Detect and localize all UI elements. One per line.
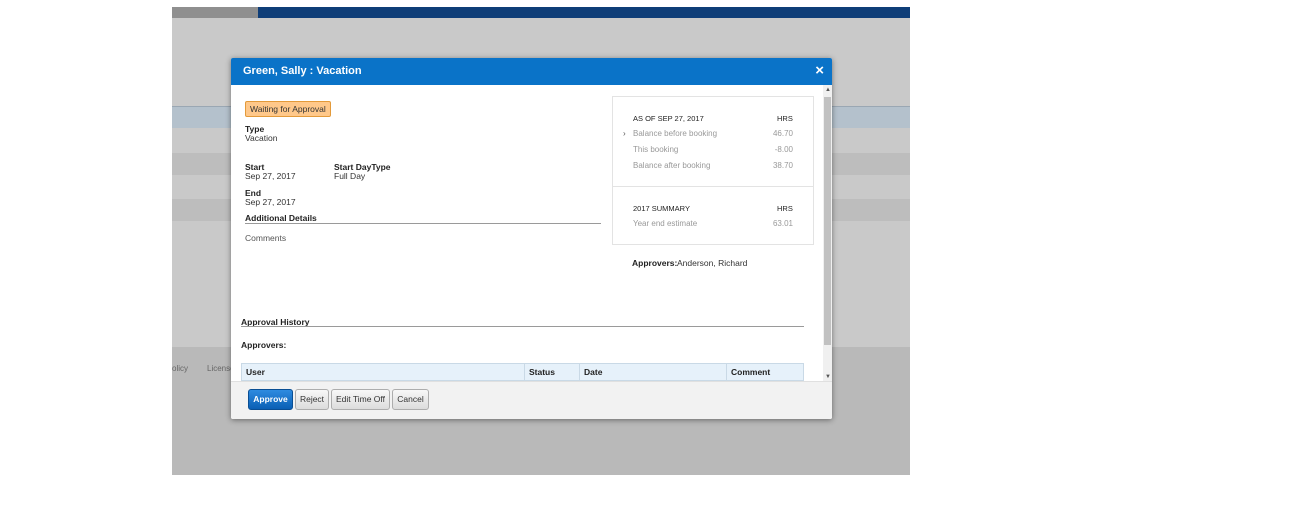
balance-row-label: Balance before booking xyxy=(633,129,718,138)
divider xyxy=(241,326,804,327)
dialog-title: Green, Sally : Vacation xyxy=(243,65,362,77)
start-value: Sep 27, 2017 xyxy=(245,171,296,181)
balance-unit: HRS xyxy=(777,114,793,123)
history-approvers-label: Approvers: xyxy=(241,340,287,350)
edit-time-off-button[interactable]: Edit Time Off xyxy=(331,389,390,410)
balance-header: AS OF SEP 27, 2017 xyxy=(633,114,704,123)
scrollbar-thumb[interactable] xyxy=(824,97,831,345)
balance-row-value: 46.70 xyxy=(772,129,793,138)
summary-unit: HRS xyxy=(777,204,793,213)
balance-row-value: 38.70 xyxy=(772,161,793,170)
summary-header: 2017 SUMMARY xyxy=(633,204,690,213)
divider xyxy=(613,186,813,187)
additional-details-heading: Additional Details xyxy=(245,213,317,223)
dialog-footer: Approve Reject Edit Time Off Cancel xyxy=(231,381,832,419)
approvers-value: Anderson, Richard xyxy=(677,258,748,268)
approvers-label: Approvers: xyxy=(632,258,678,268)
balance-row-value: -8.00 xyxy=(774,145,793,154)
reject-button[interactable]: Reject xyxy=(295,389,329,410)
approve-button[interactable]: Approve xyxy=(248,389,293,410)
close-icon[interactable]: × xyxy=(815,62,824,79)
divider xyxy=(245,223,601,224)
balance-panel: AS OF SEP 27, 2017 HRS › Balance before … xyxy=(612,96,814,245)
column-header-comment[interactable]: Comment xyxy=(726,363,804,381)
comments-label: Comments xyxy=(245,233,287,243)
time-off-dialog: Green, Sally : Vacation × Waiting for Ap… xyxy=(231,58,832,419)
scrollbar[interactable]: ▲ ▼ xyxy=(823,85,832,382)
chevron-right-icon: › xyxy=(623,129,626,138)
top-bar xyxy=(258,7,910,18)
start-daytype-value: Full Day xyxy=(334,171,366,181)
type-value: Vacation xyxy=(245,133,278,143)
end-value: Sep 27, 2017 xyxy=(245,197,296,207)
table-header-row: User Status Date Comment xyxy=(241,363,804,381)
dialog-body: Waiting for Approval Type Vacation Start… xyxy=(231,85,832,382)
scroll-down-icon[interactable]: ▼ xyxy=(825,374,831,380)
column-header-status[interactable]: Status xyxy=(524,363,580,381)
status-badge: Waiting for Approval xyxy=(245,101,331,117)
balance-row-label: Balance after booking xyxy=(633,161,711,170)
cancel-button[interactable]: Cancel xyxy=(392,389,429,410)
column-header-user[interactable]: User xyxy=(241,363,525,381)
dialog-header: Green, Sally : Vacation × xyxy=(231,58,832,85)
summary-row-label: Year end estimate xyxy=(633,219,698,228)
balance-row-label: This booking xyxy=(633,145,679,154)
scroll-up-icon[interactable]: ▲ xyxy=(825,87,831,93)
top-bar-left xyxy=(172,7,258,18)
footer-link-policy[interactable]: olicy xyxy=(172,364,188,373)
approval-history-table: User Status Date Comment xyxy=(241,363,804,382)
summary-row-value: 63.01 xyxy=(772,219,793,228)
column-header-date[interactable]: Date xyxy=(579,363,727,381)
